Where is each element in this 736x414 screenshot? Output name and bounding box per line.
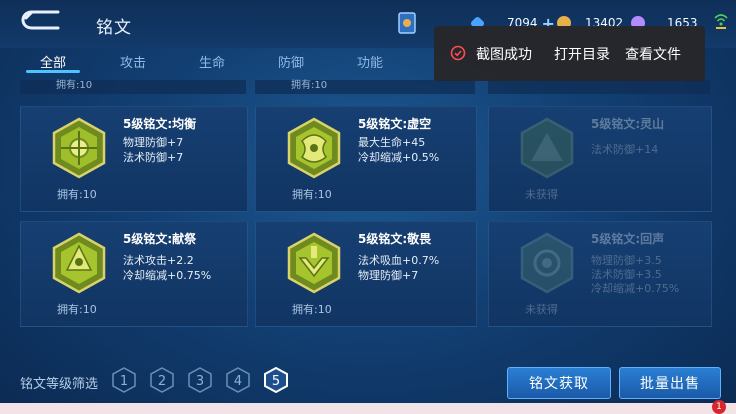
- rune-attribute: 法术攻击+2.2: [123, 254, 194, 267]
- tab-utility[interactable]: 功能: [357, 52, 383, 71]
- level-filter-label: 铭文等级筛选: [20, 377, 99, 392]
- rune-card-awe[interactable]: 5级铭文:敬畏 法术吸血+0.7% 物理防御+7 拥有:10: [255, 221, 477, 327]
- tab-all[interactable]: 全部: [40, 52, 66, 71]
- level-number: 2: [158, 374, 166, 389]
- spirit-mountain-rune-icon: [520, 117, 574, 179]
- level-number: 3: [196, 374, 204, 389]
- rune-name: 5级铭文:灵山: [591, 117, 665, 131]
- rune-name: 5级铭文:均衡: [123, 117, 197, 131]
- rune-attribute: 冷却缩减+0.75%: [591, 282, 680, 295]
- owned-count: 拥有:10: [292, 303, 332, 316]
- rune-attribute: 法术吸血+0.7%: [358, 254, 440, 267]
- rune-card-icon[interactable]: [398, 11, 416, 35]
- void-rune-icon: [287, 117, 341, 179]
- bulk-sell-button[interactable]: 批量出售: [619, 367, 721, 399]
- owned-count: 拥有:10: [291, 80, 328, 91]
- rune-card-void[interactable]: 5级铭文:虚空 最大生命+45 冷却缩减+0.5% 拥有:10: [255, 106, 477, 212]
- view-file-button[interactable]: 查看文件: [625, 44, 681, 64]
- rune-attribute: 法术防御+7: [123, 151, 184, 164]
- not-obtained-label: 未获得: [525, 188, 558, 201]
- rune-name: 5级铭文:献祭: [123, 232, 197, 246]
- toast-message: 截图成功: [476, 47, 532, 63]
- rune-attribute: 最大生命+45: [358, 136, 426, 149]
- rune-attribute: 物理防御+7: [123, 136, 184, 149]
- tab-defense[interactable]: 防御: [278, 52, 304, 71]
- open-folder-button[interactable]: 打开目录: [554, 44, 610, 64]
- level-5-filter[interactable]: 5: [264, 367, 288, 393]
- check-circle-icon: [450, 45, 466, 61]
- page-title: 铭文: [96, 18, 132, 38]
- level-1-filter[interactable]: 1: [112, 367, 136, 393]
- partial-card-middle[interactable]: 拥有:10: [255, 80, 475, 94]
- active-tab-indicator: [26, 70, 80, 73]
- screenshot-toast: 截图成功 打开目录 查看文件: [434, 26, 705, 81]
- level-number: 4: [234, 374, 242, 389]
- awe-rune-icon: [287, 232, 341, 294]
- sacrifice-rune-icon: [52, 232, 106, 294]
- rune-name: 5级铭文:敬畏: [358, 232, 432, 246]
- bottom-strip: [0, 403, 736, 414]
- rune-attribute: 法术防御+14: [591, 143, 659, 156]
- back-arrow-icon[interactable]: [18, 8, 66, 34]
- level-number: 1: [120, 374, 128, 389]
- owned-count: 拥有:10: [57, 188, 97, 201]
- echo-rune-icon: [520, 232, 574, 294]
- owned-count: 拥有:10: [57, 303, 97, 316]
- rune-card-spirit-mountain[interactable]: 5级铭文:灵山 法术防御+14 未获得: [488, 106, 712, 212]
- level-3-filter[interactable]: 3: [188, 367, 212, 393]
- notification-badge: 1: [712, 400, 726, 414]
- rune-name: 5级铭文:虚空: [358, 117, 432, 131]
- level-2-filter[interactable]: 2: [150, 367, 174, 393]
- owned-count: 拥有:10: [56, 80, 93, 91]
- tab-health[interactable]: 生命: [199, 52, 225, 71]
- level-4-filter[interactable]: 4: [226, 367, 250, 393]
- rune-card-echo[interactable]: 5级铭文:回声 物理防御+3.5 法术防御+3.5 冷却缩减+0.75% 未获得: [488, 221, 712, 327]
- rune-name: 5级铭文:回声: [591, 232, 665, 246]
- rune-attribute: 冷却缩减+0.5%: [358, 151, 440, 164]
- owned-count: 拥有:10: [292, 188, 332, 201]
- balance-rune-icon: [52, 117, 106, 179]
- partial-card-right[interactable]: [488, 80, 710, 94]
- level-number: 5: [272, 374, 280, 389]
- tab-attack[interactable]: 攻击: [120, 52, 146, 71]
- wifi-icon: [714, 14, 728, 29]
- not-obtained-label: 未获得: [525, 303, 558, 316]
- rune-attribute: 物理防御+7: [358, 269, 419, 282]
- partial-card-left[interactable]: 拥有:10: [20, 80, 246, 94]
- rune-card-balance[interactable]: 5级铭文:均衡 物理防御+7 法术防御+7 拥有:10: [20, 106, 248, 212]
- rune-card-sacrifice[interactable]: 5级铭文:献祭 法术攻击+2.2 冷却缩减+0.75% 拥有:10: [20, 221, 248, 327]
- rune-attribute: 冷却缩减+0.75%: [123, 269, 212, 282]
- acquire-runes-button[interactable]: 铭文获取: [507, 367, 611, 399]
